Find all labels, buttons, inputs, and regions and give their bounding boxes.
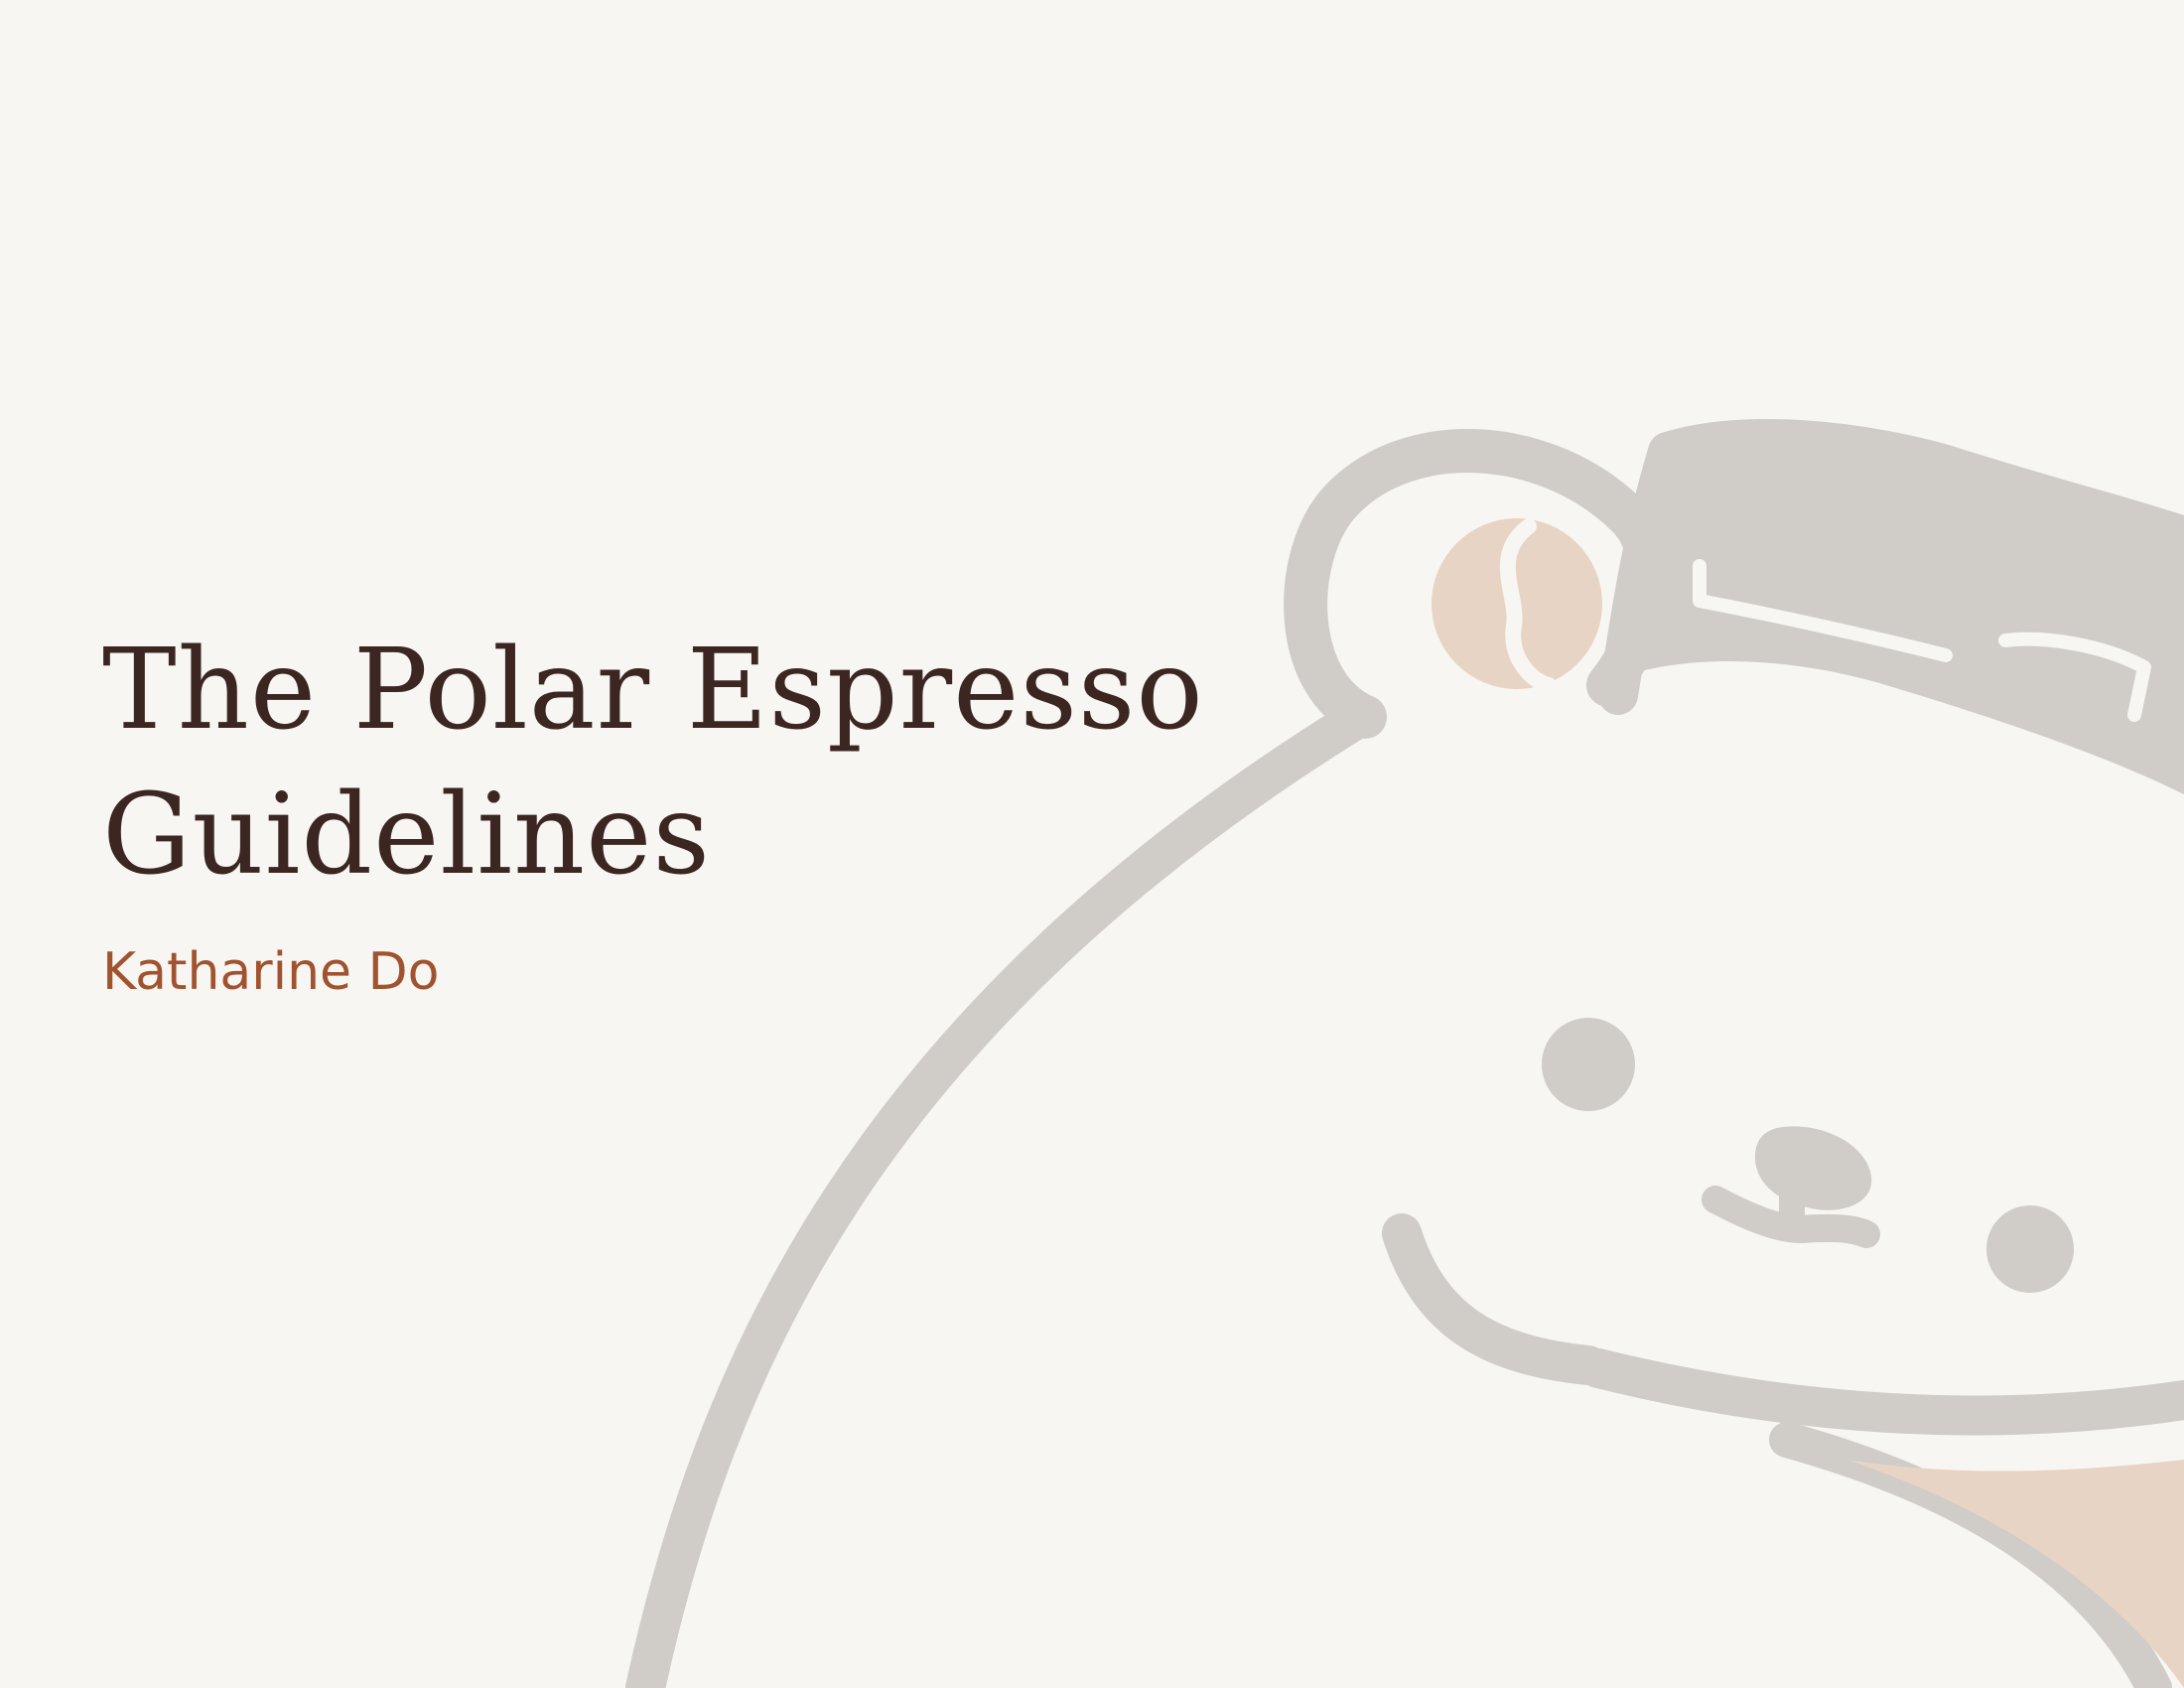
document-title-line-2: Guidelines: [102, 771, 711, 900]
author-name: Katharine Do: [102, 942, 440, 1002]
document-title: The Polar Espresso Guidelines: [102, 618, 1204, 908]
cover-page: The Polar Espresso Guidelines Katharine …: [0, 0, 2184, 1688]
document-title-line-1: The Polar Espresso: [102, 626, 1204, 755]
